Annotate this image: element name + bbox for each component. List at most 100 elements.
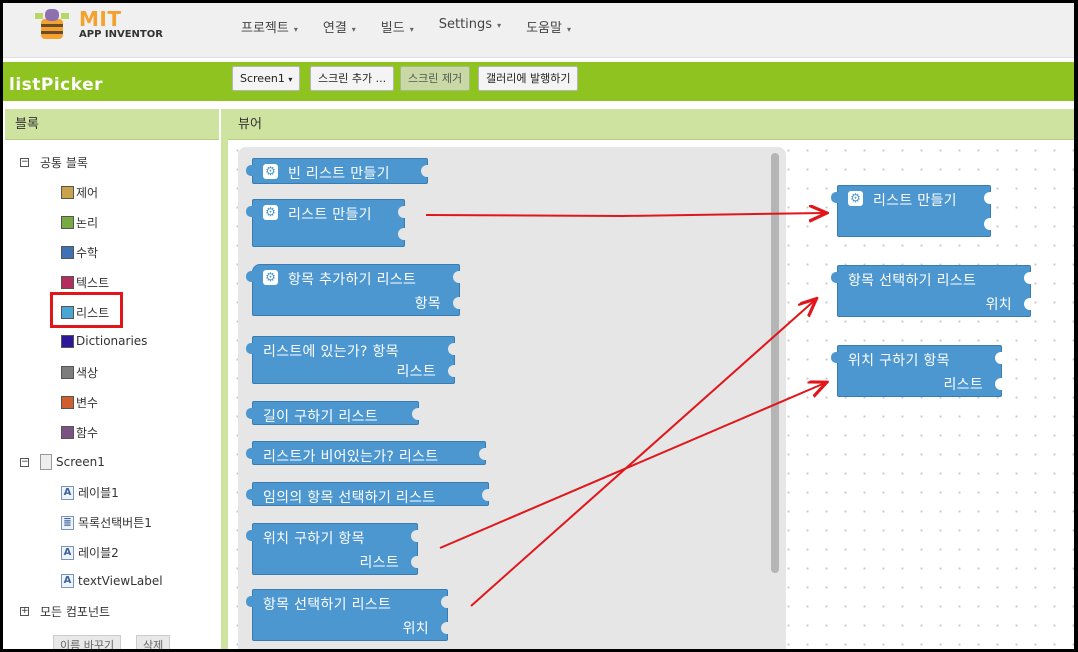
rename-button[interactable]: 이름 바꾸기 bbox=[53, 635, 122, 649]
remove-screen-button[interactable]: 스크린 제거 bbox=[400, 66, 471, 91]
viewer-panel-header: 뷰어 bbox=[228, 109, 1074, 140]
menu-connect[interactable]: 연결 ▾ bbox=[323, 17, 356, 36]
block-input-socket bbox=[453, 297, 460, 309]
tree-item-label: 함수 bbox=[76, 426, 99, 440]
chevron-down-icon: ▾ bbox=[293, 25, 298, 34]
blocks-tree: − 공통 블록 제어 논리 수학 텍스트 리스트 Dictionaries 색상 변수 함수 − S… bbox=[5, 141, 217, 649]
block-input-socket bbox=[995, 352, 1002, 364]
menu-build[interactable]: 빌드 ▾ bbox=[381, 17, 414, 36]
flyout-block-2[interactable]: ⚙ 항목 추가하기 리스트 항목 bbox=[246, 264, 460, 316]
block-output-plug bbox=[246, 448, 254, 459]
menu-settings[interactable]: Settings ▾ bbox=[439, 17, 501, 36]
block-label: 길이 구하기 리스트 bbox=[263, 409, 378, 425]
tree-component-label2[interactable]: A 레이블2 bbox=[61, 544, 119, 561]
tree-item-colors[interactable]: 색상 bbox=[61, 364, 98, 381]
block-input-socket bbox=[479, 448, 486, 460]
tree-item-label: 논리 bbox=[76, 216, 99, 230]
block-label-line2: 항목 bbox=[414, 296, 441, 312]
tree-item-label: 텍스트 bbox=[76, 276, 110, 290]
logo-subtitle: APP INVENTOR bbox=[79, 29, 163, 40]
menu-project-label: 프로젝트 bbox=[241, 21, 289, 36]
block-label: 리스트 만들기 bbox=[288, 207, 372, 223]
tree-item-procedures[interactable]: 함수 bbox=[61, 424, 98, 441]
screen-select-button[interactable]: Screen1 ▾ bbox=[232, 66, 301, 91]
tree-item-math[interactable]: 수학 bbox=[61, 244, 98, 261]
panel-splitter[interactable] bbox=[221, 109, 228, 649]
label-icon: A bbox=[61, 574, 74, 588]
menu-help[interactable]: 도움말 ▾ bbox=[526, 17, 571, 36]
expand-icon[interactable]: + bbox=[20, 607, 29, 616]
dictionaries-color-icon bbox=[61, 334, 74, 348]
blocks-panel-header: 블록 bbox=[5, 109, 219, 140]
top-header: MIT APP INVENTOR 프로젝트 ▾ 연결 ▾ 빌드 ▾ Settings ▾… bbox=[3, 3, 1074, 58]
tree-component-label1[interactable]: A 레이블1 bbox=[61, 484, 119, 501]
block-input-socket bbox=[448, 343, 455, 355]
bee-logo-icon bbox=[35, 9, 69, 39]
tree-builtin[interactable]: − 공통 블록 bbox=[20, 154, 88, 171]
tree-builtin-label: 공통 블록 bbox=[40, 156, 88, 170]
collapse-icon[interactable]: − bbox=[20, 158, 29, 167]
colors-color-icon bbox=[61, 366, 74, 379]
workspace-block-2[interactable]: 위치 구하기 항목 리스트 bbox=[831, 345, 1002, 397]
tree-item-logic[interactable]: 논리 bbox=[61, 214, 98, 231]
flyout-block-4[interactable]: 길이 구하기 리스트 bbox=[246, 401, 419, 425]
chevron-down-icon: ▾ bbox=[409, 25, 414, 34]
tree-item-label: Dictionaries bbox=[76, 334, 148, 348]
app-window: MIT APP INVENTOR 프로젝트 ▾ 연결 ▾ 빌드 ▾ Settings ▾… bbox=[3, 3, 1074, 649]
flyout-block-6[interactable]: 임의의 항목 선택하기 리스트 bbox=[246, 482, 489, 506]
flyout-scrollbar[interactable] bbox=[771, 153, 779, 573]
highlight-box bbox=[50, 292, 123, 328]
tree-component-textviewlabel[interactable]: AtextViewLabel bbox=[61, 574, 163, 588]
collapse-icon[interactable]: − bbox=[20, 457, 29, 467]
label-icon: A bbox=[61, 545, 74, 560]
block-input-socket bbox=[441, 622, 448, 634]
project-name: listPicker bbox=[9, 75, 104, 95]
mutator-gear-icon[interactable]: ⚙ bbox=[263, 164, 278, 179]
flyout-block-0[interactable]: ⚙ 빈 리스트 만들기 bbox=[246, 158, 428, 184]
project-toolbar: listPicker Screen1 ▾ 스크린 추가 ... 스크린 제거 갤… bbox=[3, 62, 1074, 101]
menu-connect-label: 연결 bbox=[322, 21, 347, 36]
flyout-block-3[interactable]: 리스트에 있는가? 항목리스트 bbox=[246, 336, 455, 384]
flyout-block-5[interactable]: 리스트가 비어있는가? 리스트 bbox=[246, 441, 486, 465]
menu-help-label: 도움말 bbox=[526, 21, 562, 36]
tree-all-components[interactable]: + 모든 컴포넌트 bbox=[20, 603, 110, 620]
block-output-plug bbox=[246, 271, 254, 282]
mutator-gear-icon[interactable]: ⚙ bbox=[848, 191, 863, 206]
workspace-block-0[interactable]: ⚙ 리스트 만들기 bbox=[831, 185, 991, 237]
flyout-block-1[interactable]: ⚙ 리스트 만들기 bbox=[246, 199, 405, 247]
flyout-block-8[interactable]: 항목 선택하기 리스트 위치 bbox=[246, 589, 448, 641]
block-output-plug bbox=[246, 206, 254, 217]
block-label-line2: 위치 bbox=[985, 297, 1012, 313]
block-label: 항목 선택하기 리스트 bbox=[263, 597, 392, 613]
app-inventor-logo[interactable]: MIT APP INVENTOR bbox=[31, 5, 163, 45]
tree-item-label: 제어 bbox=[76, 186, 99, 200]
tree-component-label: 레이블2 bbox=[78, 546, 119, 560]
mutator-gear-icon[interactable]: ⚙ bbox=[263, 270, 278, 285]
delete-button[interactable]: 삭제 bbox=[136, 635, 171, 649]
block-label: 임의의 항목 선택하기 리스트 bbox=[263, 490, 436, 506]
workspace-block-1[interactable]: 항목 선택하기 리스트위치 bbox=[831, 265, 1031, 317]
block-input-socket bbox=[995, 378, 1002, 390]
tree-item-control[interactable]: 제어 bbox=[61, 184, 98, 201]
flyout-block-7[interactable]: 위치 구하기 항목 리스트 bbox=[246, 523, 418, 575]
block-input-socket bbox=[398, 228, 405, 240]
tree-all-components-label: 모든 컴포넌트 bbox=[40, 605, 111, 619]
tree-item-label: 수학 bbox=[76, 246, 99, 260]
block-label: 리스트에 있는가? 항목 bbox=[263, 344, 399, 360]
tree-item-variables[interactable]: 변수 bbox=[61, 394, 98, 411]
chevron-down-icon: ▾ bbox=[288, 75, 293, 84]
add-screen-button[interactable]: 스크린 추가 ... bbox=[310, 66, 395, 91]
tree-component-listpicker1[interactable]: ≣ 목록선택버튼1 bbox=[61, 514, 152, 531]
publish-gallery-button[interactable]: 갤러리에 발행하기 bbox=[478, 66, 579, 91]
chevron-down-icon: ▾ bbox=[351, 25, 356, 34]
tree-item-dictionaries[interactable]: Dictionaries bbox=[61, 334, 147, 348]
tree-item-text[interactable]: 텍스트 bbox=[61, 274, 109, 291]
tree-component-label: 목록선택버튼1 bbox=[78, 516, 152, 530]
menu-settings-label: Settings bbox=[438, 17, 493, 32]
block-label: 항목 선택하기 리스트 bbox=[848, 273, 977, 289]
menu-project[interactable]: 프로젝트 ▾ bbox=[241, 17, 298, 36]
mutator-gear-icon[interactable]: ⚙ bbox=[263, 205, 278, 220]
block-input-socket bbox=[1024, 272, 1031, 284]
tree-screen1[interactable]: − Screen1 bbox=[20, 454, 105, 470]
block-label-line2: 리스트 bbox=[396, 364, 436, 380]
